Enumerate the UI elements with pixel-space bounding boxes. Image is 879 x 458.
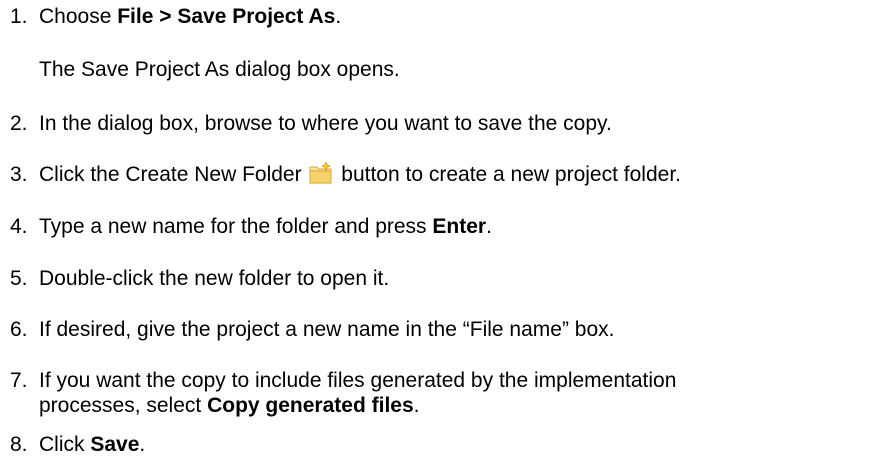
step-text-part: Click — [39, 433, 91, 456]
step-text: If desired, give the project a new name … — [39, 318, 615, 341]
step-number: 1. — [10, 5, 28, 28]
step-text-part: Click the Create New Folder — [39, 163, 308, 186]
step-text-part: button to create a new project folder. — [335, 163, 681, 186]
step-number: 4. — [10, 215, 28, 238]
step-text-line-2: processes, select Copy generated files. — [39, 393, 419, 419]
step-text-part: . — [139, 433, 146, 456]
step-number: 7. — [10, 369, 28, 392]
new-folder-icon — [309, 161, 333, 184]
step-number: 2. — [10, 112, 28, 135]
instruction-steps: 1. Choose File > Save Project As. The Sa… — [0, 0, 879, 456]
menu-path: File > Save Project As — [117, 5, 336, 28]
option-name: Copy generated files — [207, 394, 414, 417]
button-name: Save — [90, 433, 140, 456]
step-text-part: . — [335, 5, 342, 28]
step-number: 6. — [10, 318, 28, 341]
step-text-part: Choose — [39, 5, 118, 28]
step-number: 5. — [10, 267, 28, 290]
step-text-part: . — [413, 394, 420, 417]
step-text-line-1: If you want the copy to include files ge… — [39, 369, 677, 392]
step-number: 8. — [10, 433, 28, 456]
step-text-part: processes, select — [39, 394, 208, 417]
step-text: Type a new name for the folder and press… — [39, 214, 492, 240]
step-text-part: . — [486, 215, 492, 238]
step-text: Choose File > Save Project As. — [39, 4, 341, 30]
step-number: 3. — [10, 163, 28, 186]
step-result-text: The Save Project As dialog box opens. — [39, 58, 400, 81]
step-text: Click the Create New Folder button to cr… — [39, 161, 681, 188]
step-text: Click Save. — [39, 432, 145, 458]
step-text: In the dialog box, browse to where you w… — [39, 112, 612, 135]
step-text-part: Type a new name for the folder and press — [39, 215, 433, 238]
step-text: Double-click the new folder to open it. — [39, 267, 390, 290]
key-name: Enter — [432, 215, 487, 238]
